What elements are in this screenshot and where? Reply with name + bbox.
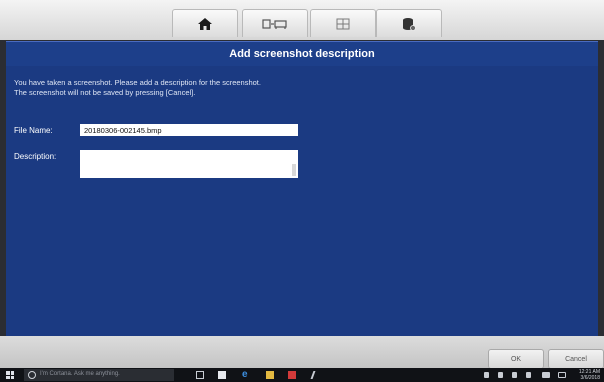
home-icon xyxy=(198,17,212,30)
task-view-icon[interactable] xyxy=(196,371,204,379)
instruction-line-2: The screenshot will not be saved by pres… xyxy=(14,88,196,97)
taskbar-search-placeholder: I'm Cortana. Ask me anything. xyxy=(40,371,120,377)
description-label: Description: xyxy=(14,152,57,161)
dialog-title: Add screenshot description xyxy=(229,48,375,60)
tray-network-icon[interactable] xyxy=(498,372,503,378)
dialog-title-bar: Add screenshot description xyxy=(6,41,598,66)
edge-icon[interactable]: e xyxy=(242,370,250,380)
dialog-body: You have taken a screenshot. Please add … xyxy=(6,66,598,336)
home-button[interactable] xyxy=(172,9,238,37)
clock-date: 3/6/2018 xyxy=(580,375,600,381)
instruction-line-1: You have taken a screenshot. Please add … xyxy=(14,78,261,87)
print-vehicle-button[interactable] xyxy=(242,9,308,37)
cancel-button[interactable]: Cancel xyxy=(548,349,604,369)
tray-message-icon[interactable] xyxy=(542,372,550,378)
tray-volume-icon[interactable] xyxy=(512,372,517,378)
app-icon[interactable] xyxy=(288,371,296,379)
ok-button[interactable]: OK xyxy=(488,349,544,369)
tool-icon[interactable] xyxy=(310,371,322,379)
description-input[interactable] xyxy=(80,150,298,178)
dialog-instructions: You have taken a screenshot. Please add … xyxy=(14,78,261,98)
taskbar-search[interactable]: I'm Cortana. Ask me anything. xyxy=(24,369,174,381)
data-manager-icon xyxy=(403,17,416,31)
store-icon[interactable] xyxy=(218,371,226,379)
windows-taskbar: I'm Cortana. Ask me anything. e 12:21 AM… xyxy=(0,368,604,382)
description-scrollbar[interactable] xyxy=(292,164,296,176)
file-name-label: File Name: xyxy=(14,126,53,135)
grid-button[interactable] xyxy=(310,9,376,37)
data-manager-button[interactable] xyxy=(376,9,442,37)
file-explorer-icon[interactable] xyxy=(266,371,274,379)
tray-keyboard-icon[interactable] xyxy=(558,372,566,378)
windows-start-icon[interactable] xyxy=(6,371,14,379)
top-toolbar xyxy=(0,0,604,40)
cortana-icon xyxy=(28,371,36,379)
grid-icon xyxy=(336,18,350,29)
taskbar-clock[interactable]: 12:21 AM 3/6/2018 xyxy=(579,369,600,381)
action-strip: OK Cancel xyxy=(0,336,604,369)
tray-chevron-icon[interactable] xyxy=(484,372,489,378)
file-name-input[interactable] xyxy=(80,124,298,136)
print-vehicle-icon xyxy=(262,18,287,29)
tray-battery-icon[interactable] xyxy=(526,372,531,378)
